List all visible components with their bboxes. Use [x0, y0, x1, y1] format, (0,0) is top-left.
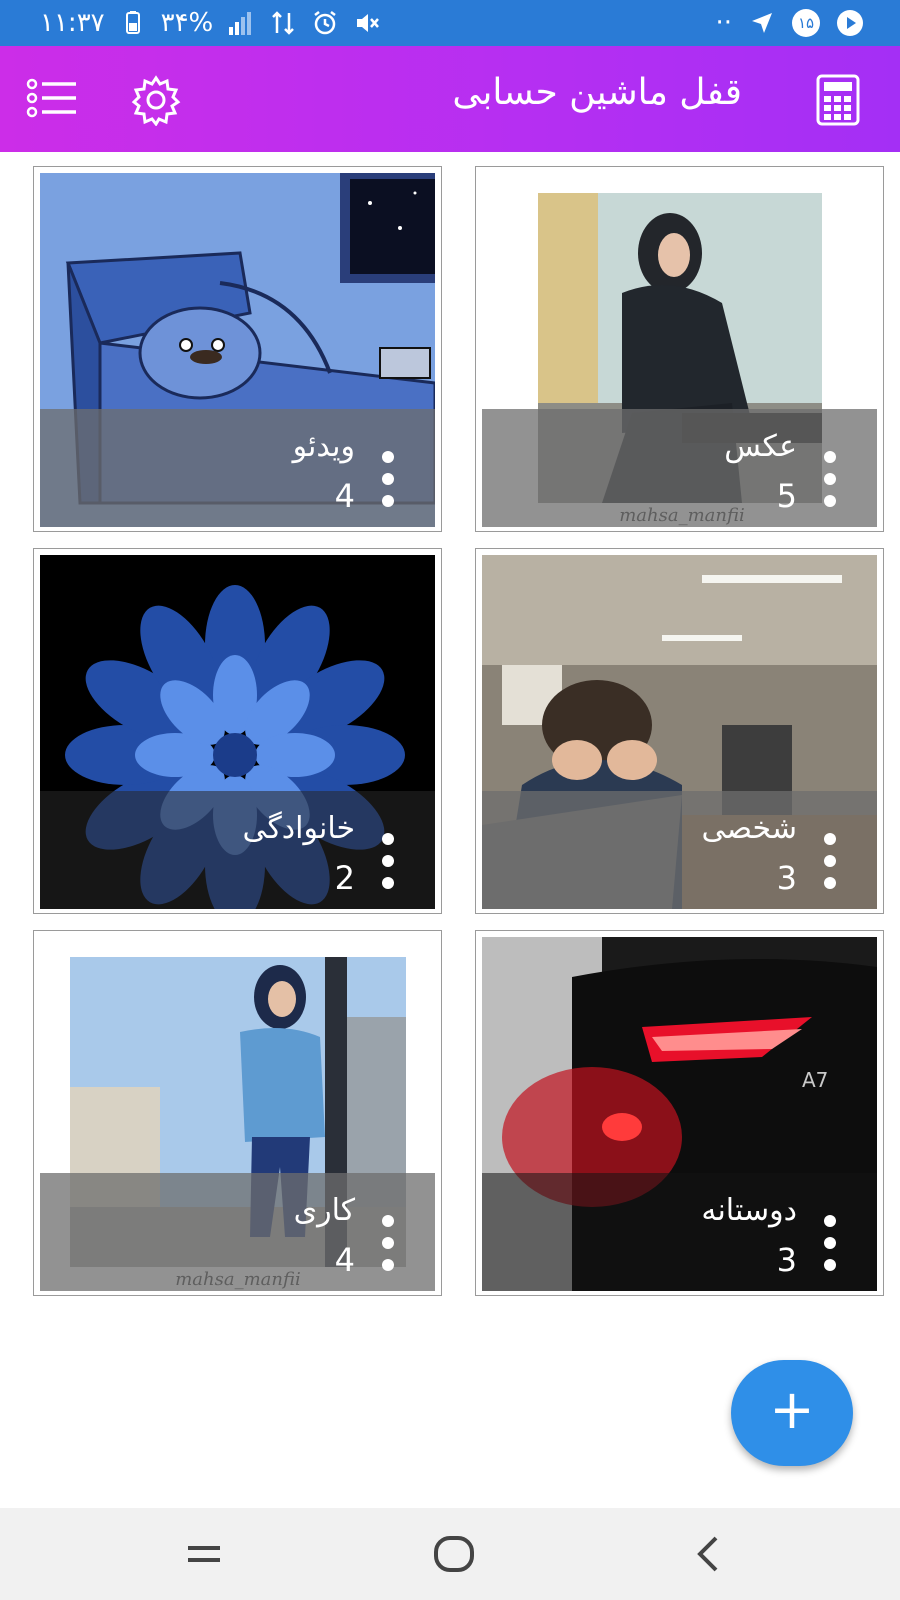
- more-options-icon[interactable]: [376, 449, 400, 509]
- signal-icon: [229, 12, 252, 35]
- alarm-icon: [314, 11, 337, 35]
- recents-icon[interactable]: [180, 1530, 228, 1578]
- app-title: قفل ماشین حسابی: [452, 72, 742, 113]
- folder-card-video[interactable]: ویدئو 4: [33, 166, 442, 532]
- folder-count: 3: [776, 859, 797, 897]
- home-icon[interactable]: [430, 1530, 478, 1578]
- mute-icon: [357, 14, 380, 32]
- add-folder-button[interactable]: +: [731, 1360, 853, 1466]
- status-time: ۱۱:۳۷: [40, 8, 105, 38]
- folder-name: عکس: [724, 429, 797, 464]
- play-icon: [837, 10, 863, 36]
- more-options-icon[interactable]: [818, 1213, 842, 1273]
- folder-count: 4: [334, 1241, 355, 1279]
- plus-icon: +: [769, 1378, 815, 1441]
- folder-card-friends[interactable]: A7 دوستانه 3: [475, 930, 884, 1296]
- folder-card-work[interactable]: mahsa_manfii کاری 4: [33, 930, 442, 1296]
- more-options-icon[interactable]: [376, 831, 400, 891]
- thumbnail-caption: A7: [802, 1068, 828, 1092]
- folder-count: 2: [334, 859, 355, 897]
- menu-list-icon[interactable]: [26, 76, 78, 120]
- folder-card-personal[interactable]: شخصی 3: [475, 548, 884, 914]
- status-bar: ۱۱:۳۷ ۳۴% ·· ۱۵: [0, 0, 900, 46]
- notification-badge: ۱۵: [792, 9, 820, 37]
- folder-count: 4: [334, 477, 355, 515]
- status-battery: ۳۴%: [160, 8, 214, 38]
- folder-name: خانوادگی: [242, 811, 355, 846]
- calculator-icon[interactable]: [816, 74, 860, 126]
- folder-card-family[interactable]: خانوادگی 2: [33, 548, 442, 914]
- folder-name: ویدئو: [292, 429, 355, 464]
- status-right: ·· ۱۵: [715, 8, 864, 38]
- system-nav-bar: [0, 1508, 900, 1600]
- more-options-icon[interactable]: [818, 831, 842, 891]
- folder-count: 3: [776, 1241, 797, 1279]
- battery-icon: [125, 11, 140, 34]
- status-left: ۱۱:۳۷ ۳۴%: [40, 8, 381, 38]
- folder-card-photos[interactable]: mahsa_manfii عکس 5: [475, 166, 884, 532]
- status-dots: ··: [715, 8, 732, 38]
- navigation-arrow-icon: [752, 13, 772, 33]
- more-options-icon[interactable]: [818, 449, 842, 509]
- folder-name: کاری: [293, 1193, 355, 1228]
- folder-name: دوستانه: [701, 1193, 797, 1228]
- app-bar: قفل ماشین حسابی: [0, 46, 900, 152]
- data-transfer-icon: [272, 11, 295, 35]
- back-icon[interactable]: [684, 1530, 732, 1578]
- gear-icon[interactable]: [130, 74, 182, 126]
- folder-count: 5: [776, 477, 797, 515]
- folder-name: شخصی: [701, 811, 797, 846]
- more-options-icon[interactable]: [376, 1213, 400, 1273]
